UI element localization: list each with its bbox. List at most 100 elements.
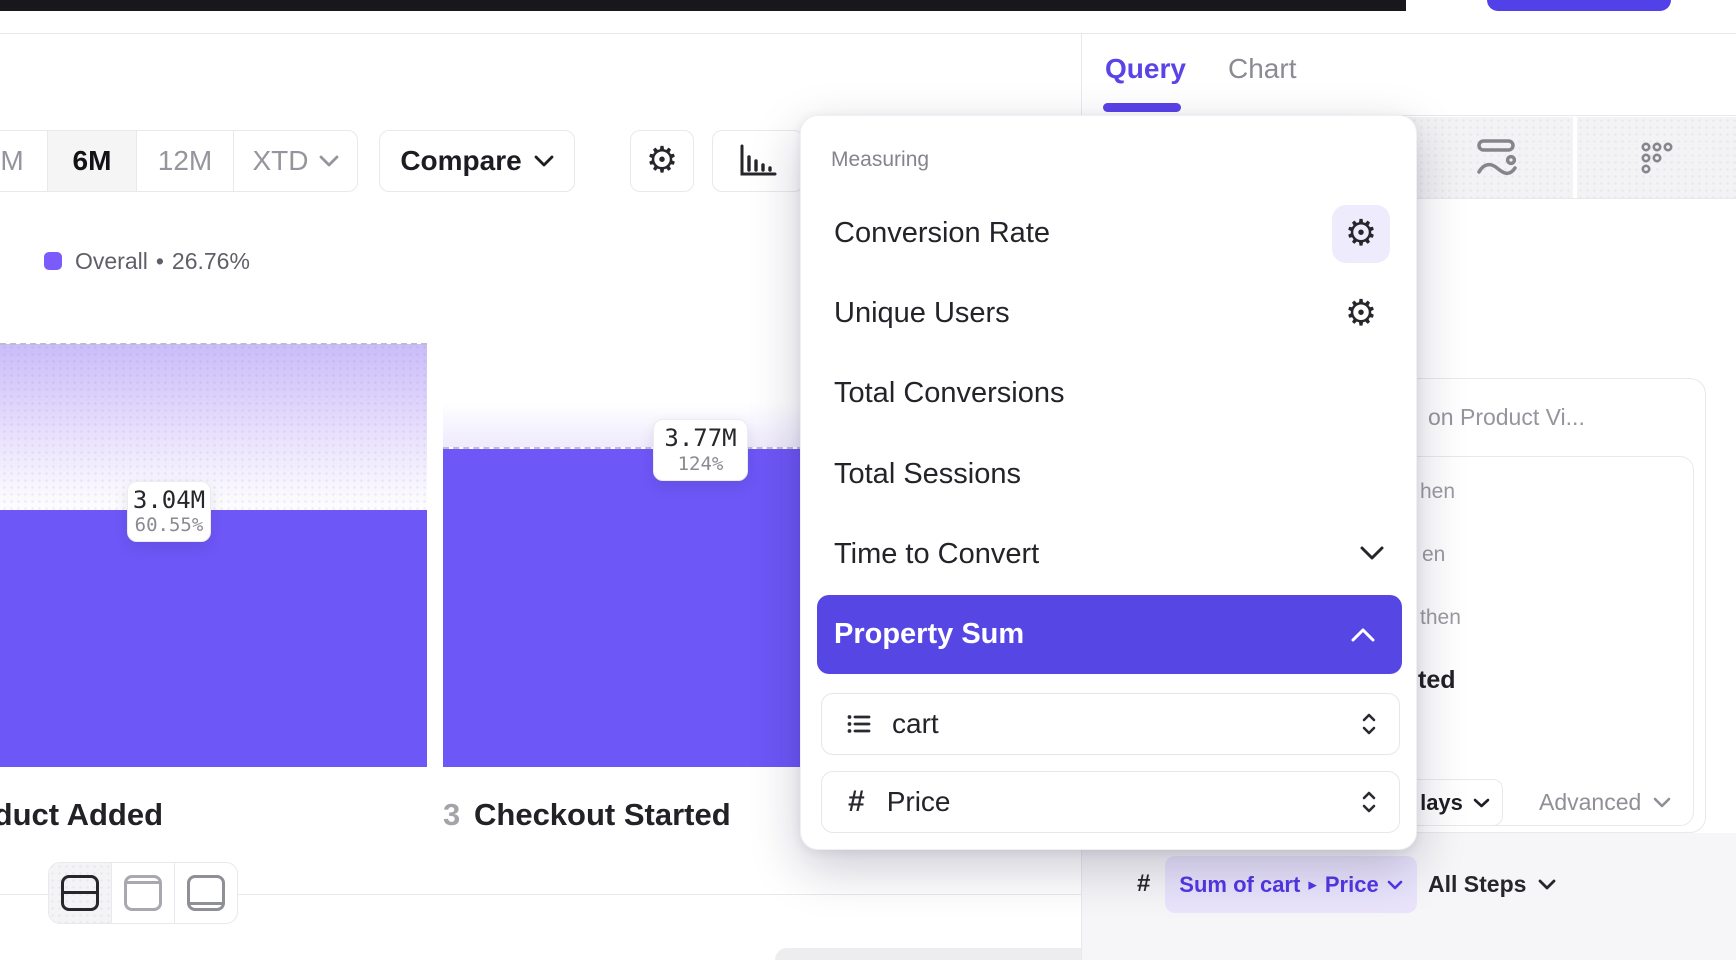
menu-item-conversion-rate[interactable]: Conversion Rate: [834, 211, 1050, 255]
layout-top-button[interactable]: [112, 863, 175, 923]
chart-settings-button[interactable]: ⚙: [630, 130, 694, 192]
menu-item-label: Conversion Rate: [834, 217, 1050, 250]
chevron-up-icon: [1350, 627, 1376, 643]
hash-icon: #: [1137, 870, 1150, 897]
step-row-fragment[interactable]: ted: [1418, 666, 1456, 695]
chevron-down-icon: [1473, 798, 1490, 808]
selected-property: Price: [887, 786, 951, 818]
days-label: lays: [1420, 790, 1463, 816]
funnel-bar-checkout-started[interactable]: [443, 449, 803, 767]
tab-label: Query: [1105, 53, 1186, 84]
bar-conversion: 124%: [678, 454, 724, 475]
funnel-step-label: Checkout Started: [474, 797, 731, 833]
time-range-label: 6M: [73, 145, 112, 177]
conversion-window-button[interactable]: lays: [1407, 779, 1503, 826]
funnel-step-index: 3: [443, 797, 460, 833]
popup-title: Measuring: [831, 148, 929, 172]
menu-item-time-to-convert[interactable]: Time to Convert: [834, 532, 1039, 576]
property-sum-event-selector[interactable]: cart: [821, 693, 1400, 755]
funnel-bar1-dropoff: [0, 344, 427, 510]
property-sum-property-selector[interactable]: # Price: [821, 771, 1400, 833]
menu-item-label: Property Sum: [834, 618, 1024, 651]
time-range-label: M: [0, 145, 23, 177]
unique-users-settings-button[interactable]: ⚙: [1332, 285, 1390, 343]
compare-label: Compare: [400, 145, 521, 177]
legend-label: Overall • 26.76%: [75, 247, 250, 275]
metrics-flow-button[interactable]: [1420, 117, 1573, 198]
gear-icon: ⚙: [1345, 216, 1377, 252]
popup-title-text: Measuring: [831, 148, 929, 171]
funnel-bar1-reference-line: [0, 343, 427, 345]
chevron-down-icon: [1359, 545, 1385, 561]
layout-bottom-button[interactable]: [175, 863, 237, 923]
chevron-down-icon: [1538, 879, 1556, 890]
bar-value: 3.77M: [664, 425, 736, 451]
menu-item-total-conversions[interactable]: Total Conversions: [834, 371, 1065, 415]
menu-item-property-sum[interactable]: Property Sum: [817, 595, 1402, 674]
step-name: Product Added: [0, 797, 163, 832]
bar-value-label: 3.77M 124%: [653, 419, 748, 481]
advanced-label: Advanced: [1539, 789, 1641, 816]
bar-value: 3.04M: [133, 487, 205, 513]
all-steps-label: All Steps: [1428, 871, 1526, 898]
gear-icon: ⚙: [1345, 296, 1377, 332]
step-row-text: hen: [1420, 480, 1455, 503]
time-range-selector: M 6M 12M XTD: [0, 130, 358, 192]
menu-item-unique-users[interactable]: Unique Users: [834, 291, 1010, 335]
legend-value: 26.76%: [172, 248, 250, 275]
tab-label: Chart: [1228, 53, 1296, 84]
time-range-label: XTD: [253, 145, 309, 177]
funnel-bar-product-added[interactable]: [0, 510, 427, 767]
bar-conversion: 60.55%: [135, 515, 204, 536]
all-steps-selector[interactable]: All Steps: [1428, 868, 1556, 900]
time-range-xtd[interactable]: XTD: [233, 131, 357, 191]
chevron-down-icon: [1387, 880, 1403, 890]
layout-split-button[interactable]: [49, 863, 112, 923]
step-index: 3: [443, 797, 460, 832]
time-range-6m[interactable]: 6M: [47, 131, 136, 191]
bar-value-label: 3.04M 60.55%: [127, 481, 211, 542]
chart-type-button[interactable]: [712, 130, 804, 192]
selected-event: cart: [892, 708, 939, 740]
flows-view-button[interactable]: [1577, 117, 1736, 198]
time-range-m[interactable]: M: [0, 131, 47, 191]
primary-action-button[interactable]: [1487, 0, 1671, 11]
dots-grid-icon: [1639, 140, 1675, 176]
triangle-right-icon: ▸: [1308, 875, 1317, 895]
menu-item-total-sessions[interactable]: Total Sessions: [834, 452, 1021, 496]
step-row-text: en: [1422, 543, 1445, 566]
chip-right-text: Price: [1325, 872, 1379, 898]
conversion-rate-settings-button[interactable]: ⚙: [1332, 205, 1390, 263]
updown-chevrons-icon: [1361, 711, 1377, 737]
chevron-down-icon: [1653, 797, 1671, 808]
chip-left-text: Sum of cart: [1179, 872, 1300, 898]
top-app-bar: [0, 0, 1406, 11]
header-divider: [0, 33, 1736, 34]
layout-toggle-group: [48, 862, 238, 924]
layout-split-icon: [61, 875, 99, 911]
legend-separator: •: [156, 248, 164, 275]
step-row-fragment[interactable]: en: [1422, 543, 1445, 567]
step-row-fragment[interactable]: then: [1420, 606, 1461, 630]
bottom-sheet-edge: [775, 948, 1081, 960]
time-range-label: 12M: [158, 145, 212, 177]
tab-chart[interactable]: Chart: [1228, 53, 1296, 85]
query-card-title: on Product Vi...: [1428, 404, 1585, 431]
step-row-fragment[interactable]: hen: [1420, 480, 1455, 504]
gear-icon: ⚙: [646, 143, 678, 179]
tab-query[interactable]: Query: [1105, 53, 1186, 85]
list-icon: [846, 712, 872, 736]
advanced-button[interactable]: Advanced: [1539, 786, 1671, 818]
compare-button[interactable]: Compare: [379, 130, 575, 192]
measure-type-glyph: #: [1137, 870, 1150, 898]
time-range-12m[interactable]: 12M: [136, 131, 233, 191]
hash-icon: #: [848, 785, 865, 819]
step-row-text: ted: [1418, 666, 1456, 694]
menu-item-label: Time to Convert: [834, 538, 1039, 571]
measure-chip[interactable]: Sum of cart ▸ Price: [1165, 856, 1417, 913]
step-row-text: then: [1420, 606, 1461, 629]
legend-color-swatch: [44, 252, 62, 270]
measuring-popup: Measuring Conversion Rate ⚙ Unique Users…: [800, 115, 1417, 850]
layout-bottom-icon: [187, 875, 225, 911]
analytics-app: M 6M 12M XTD Compare ⚙ Overall •: [0, 0, 1736, 960]
